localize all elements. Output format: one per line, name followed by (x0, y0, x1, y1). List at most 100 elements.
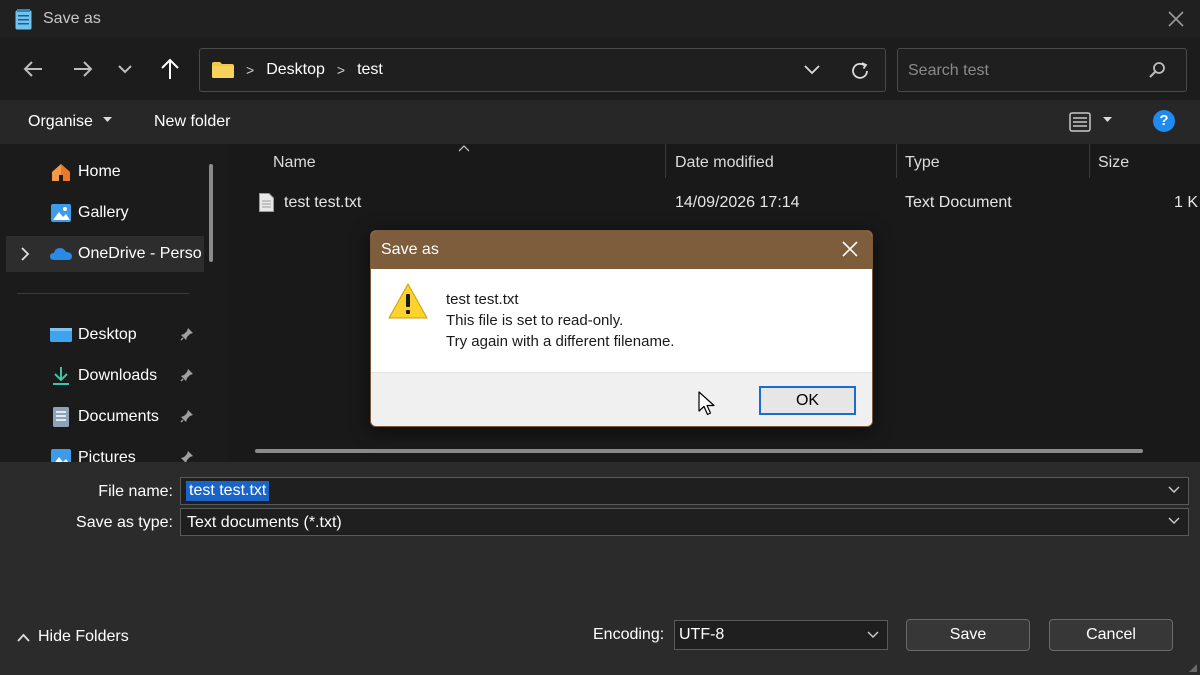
address-dropdown-icon[interactable] (803, 62, 821, 76)
chevron-down-icon (867, 631, 879, 638)
chevron-up-icon (17, 633, 30, 642)
documents-icon (53, 407, 69, 427)
sidebar-item-label: Downloads (78, 367, 158, 384)
close-icon[interactable] (1166, 9, 1186, 29)
dialog-title: Save as (381, 241, 439, 258)
chevron-right-icon[interactable] (20, 247, 30, 261)
encoding-value: UTF-8 (679, 626, 725, 643)
search-box[interactable]: Search test (897, 48, 1187, 92)
sidebar-item-onedrive[interactable]: OneDrive - Perso (6, 236, 204, 272)
home-icon (52, 164, 70, 181)
search-icon[interactable] (1148, 61, 1166, 79)
breadcrumb-separator: > (246, 62, 255, 78)
new-folder-button[interactable]: New folder (154, 113, 230, 131)
column-header-size[interactable]: Size (1098, 154, 1129, 172)
sidebar-item-gallery[interactable]: Gallery (0, 195, 210, 231)
file-row[interactable]: test test.txt 14/09/2026 17:14 Text Docu… (228, 188, 1200, 218)
sidebar-item-label: OneDrive - Perso (78, 245, 202, 262)
arrow-left-icon (23, 61, 42, 77)
save-button[interactable]: Save (906, 619, 1030, 651)
horizontal-scrollbar[interactable] (255, 449, 1143, 453)
close-icon[interactable] (842, 241, 858, 257)
file-name-label: File name: (98, 483, 173, 500)
sidebar-item-documents[interactable]: Documents (0, 399, 210, 435)
chevron-down-icon[interactable] (1168, 517, 1180, 525)
dialog-filename: test test.txt (446, 291, 519, 308)
file-name: test test.txt (284, 194, 362, 211)
sidebar-item-pictures[interactable]: Pictures (0, 440, 210, 462)
dialog-message-line-1: This file is set to read-only. (446, 312, 624, 329)
save-type-select[interactable]: Text documents (*.txt) (180, 508, 1189, 536)
sidebar-item-label: Gallery (78, 204, 129, 221)
column-divider[interactable] (1089, 144, 1090, 178)
view-options-icon[interactable] (1069, 111, 1091, 133)
back-button[interactable] (20, 56, 46, 82)
save-form: File name: test test.txt Save as type: T… (0, 462, 1200, 675)
column-divider[interactable] (896, 144, 897, 178)
file-size: 1 K (1174, 194, 1199, 211)
pin-icon[interactable] (180, 409, 194, 423)
chevron-down-icon[interactable] (1168, 486, 1180, 494)
download-icon (53, 367, 69, 385)
sidebar-item-home[interactable]: Home (0, 154, 210, 190)
recent-locations-button[interactable] (112, 56, 138, 82)
help-icon[interactable]: ? (1153, 110, 1175, 132)
pin-icon[interactable] (180, 327, 194, 341)
desktop-icon (50, 328, 72, 342)
column-header-name[interactable]: Name (273, 154, 316, 172)
gallery-icon (51, 204, 71, 222)
command-bar: Organise New folder ? (0, 100, 1200, 144)
pictures-icon (51, 449, 71, 462)
dialog-title-bar: Save as (371, 231, 872, 269)
cancel-button[interactable]: Cancel (1049, 619, 1173, 651)
caret-down-icon (103, 117, 112, 122)
ok-button[interactable]: OK (759, 386, 856, 415)
navigation-bar: > Desktop > test Search test (0, 38, 1200, 100)
onedrive-icon (50, 248, 72, 260)
notepad-icon (15, 9, 32, 30)
resize-grip-icon[interactable] (1189, 664, 1197, 672)
column-divider[interactable] (665, 144, 666, 178)
search-placeholder: Search test (908, 62, 989, 79)
folder-icon (212, 62, 234, 78)
sidebar-item-label: Pictures (78, 449, 136, 462)
sidebar-item-desktop[interactable]: Desktop (0, 317, 210, 353)
file-name-value: test test.txt (186, 481, 270, 501)
read-only-dialog: Save as test test.txt This file is set t… (370, 230, 873, 427)
column-header-date[interactable]: Date modified (675, 154, 774, 172)
forward-button[interactable] (70, 56, 96, 82)
organise-button[interactable]: Organise (28, 113, 93, 131)
pin-icon[interactable] (180, 450, 194, 462)
sidebar-item-label: Documents (78, 408, 159, 425)
dialog-body: test test.txt This file is set to read-o… (371, 269, 872, 372)
warning-icon (388, 283, 428, 319)
dialog-footer: OK (371, 372, 872, 426)
file-type: Text Document (905, 194, 1012, 211)
text-file-icon (259, 193, 274, 212)
sidebar-divider (17, 293, 189, 294)
hide-folders-button[interactable]: Hide Folders (17, 628, 129, 646)
column-header-type[interactable]: Type (905, 154, 940, 172)
save-type-label: Save as type: (76, 514, 173, 531)
arrow-up-icon (161, 58, 179, 79)
hide-folders-label: Hide Folders (38, 628, 129, 645)
up-button[interactable] (157, 56, 183, 82)
sidebar-scrollbar[interactable] (209, 164, 213, 262)
pin-icon[interactable] (180, 368, 194, 382)
window-title: Save as (43, 10, 101, 27)
caret-down-icon[interactable] (1103, 117, 1112, 123)
address-bar[interactable]: > Desktop > test (199, 48, 886, 92)
navigation-pane: Home Gallery OneDrive - Perso Desktop Do… (0, 144, 228, 462)
breadcrumb-test[interactable]: test (357, 61, 383, 79)
refresh-icon[interactable] (849, 60, 871, 82)
file-date: 14/09/2026 17:14 (675, 194, 800, 211)
file-name-input[interactable]: test test.txt (180, 477, 1189, 505)
title-bar: Save as (0, 0, 1200, 38)
save-type-value: Text documents (*.txt) (187, 514, 342, 531)
breadcrumb-desktop[interactable]: Desktop (266, 61, 325, 79)
encoding-select[interactable]: UTF-8 (674, 620, 888, 650)
sidebar-item-downloads[interactable]: Downloads (0, 358, 210, 394)
arrow-right-icon (74, 61, 93, 77)
dialog-message-line-2: Try again with a different filename. (446, 333, 675, 350)
breadcrumb-separator: > (336, 62, 346, 78)
